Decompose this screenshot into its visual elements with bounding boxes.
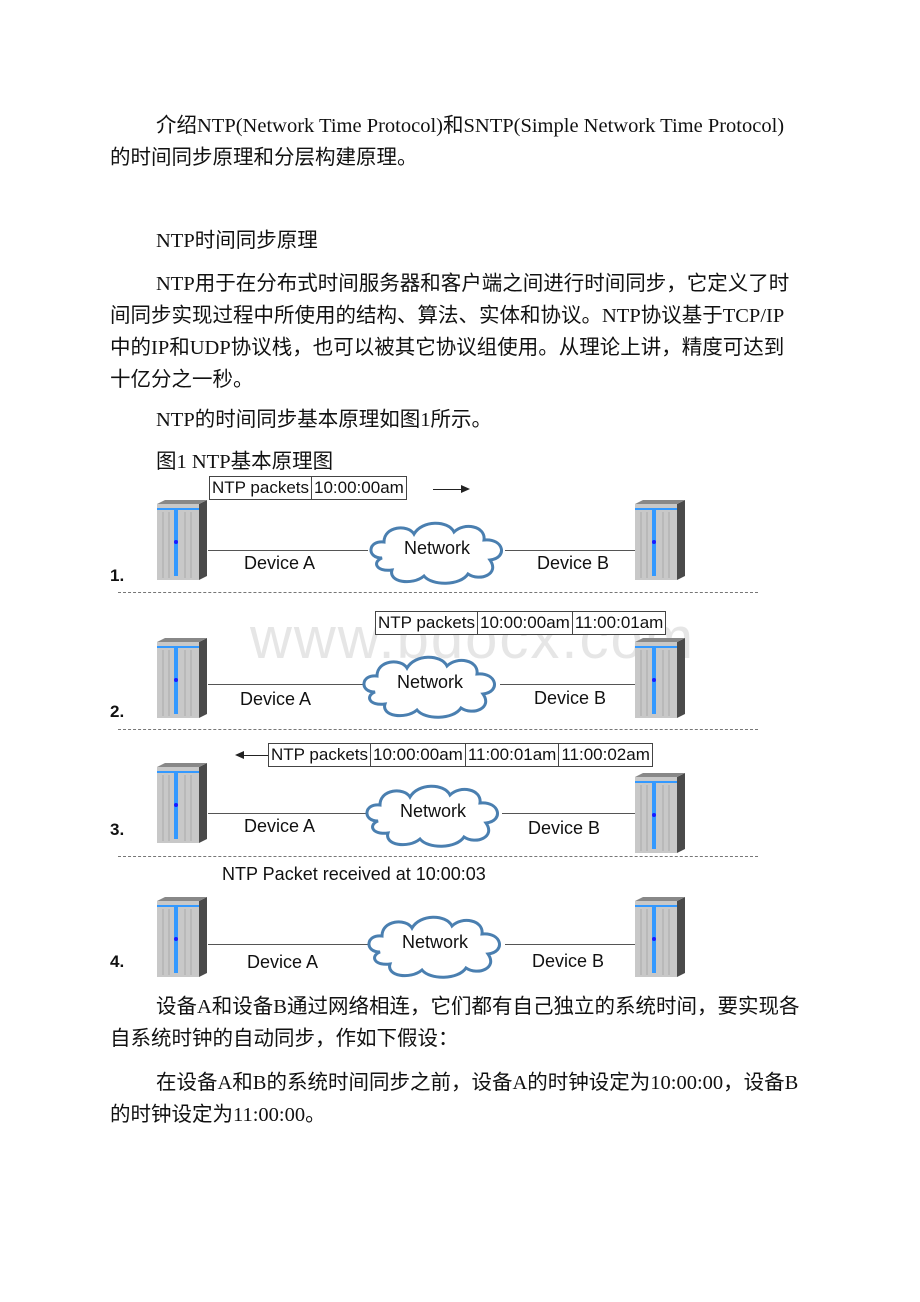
link-line: [500, 684, 635, 685]
ntp-description-paragraph: NTP用于在分布式时间服务器和客户端之间进行时间同步，它定义了时间同步实现过程中…: [110, 273, 790, 391]
link-line: [208, 550, 368, 551]
divider-line: [118, 592, 758, 593]
device-b-server-icon: [635, 638, 685, 718]
packet-field: 11:00:01am: [574, 613, 664, 632]
device-b-server-icon: [635, 773, 685, 853]
network-label: Network: [403, 538, 470, 558]
device-b-label: Device B: [532, 951, 605, 971]
device-b-label: Device B: [537, 553, 610, 573]
link-line: [505, 944, 635, 945]
step-number: 1.: [110, 566, 125, 585]
link-line: [208, 813, 368, 814]
device-a-label: Device A: [244, 553, 316, 573]
packet-field: 10:00:00am: [478, 612, 573, 634]
device-a-label: Device A: [244, 816, 316, 836]
network-cloud-icon: Network: [362, 518, 512, 586]
step1-arrow-right-icon: [433, 489, 463, 490]
step-number: 2.: [110, 702, 125, 721]
step3-arrow-left-icon: [243, 755, 268, 756]
step3-packet: NTP packets 10:00:00am 11:00:01am 11:00:…: [268, 743, 653, 767]
packet-field: 10:00:00am: [314, 478, 404, 497]
device-a-server-icon: [157, 763, 207, 843]
device-b-server-icon: [635, 897, 685, 977]
link-line: [208, 944, 368, 945]
device-a-server-icon: [157, 897, 207, 977]
network-label: Network: [399, 801, 466, 821]
divider-line: [118, 856, 758, 857]
received-text: NTP Packet received at 10:00:03: [222, 864, 486, 884]
link-line: [502, 813, 635, 814]
step2-packet: NTP packets 10:00:00am 11:00:01am: [375, 611, 667, 635]
network-label: Network: [401, 932, 468, 952]
step-number: 3.: [110, 820, 125, 839]
packet-field: NTP packets: [376, 612, 479, 634]
network-cloud-icon: Network: [358, 781, 508, 849]
packet-field: NTP packets: [210, 477, 313, 499]
device-a-server-icon: [157, 638, 207, 718]
devices-description-paragraph: 设备A和设备B通过网络相连，它们都有自己独立的系统时间，要实现各自系统时钟的自动…: [110, 996, 800, 1050]
arrowhead-right-icon: [461, 485, 470, 493]
device-a-label: Device A: [247, 952, 319, 972]
device-b-server-icon: [635, 500, 685, 580]
section-heading: NTP时间同步原理: [156, 230, 318, 252]
device-a-server-icon: [157, 500, 207, 580]
link-line: [208, 684, 363, 685]
figure-reference-paragraph: NTP的时间同步基本原理如图1所示。: [156, 409, 492, 431]
divider-line: [118, 729, 758, 730]
packet-field: NTP packets: [269, 744, 372, 766]
network-cloud-icon: Network: [355, 652, 505, 720]
clock-setting-paragraph: 在设备A和B的系统时间同步之前，设备A的时钟设定为10:00:00，设备B的时钟…: [110, 1072, 799, 1126]
link-line: [505, 550, 635, 551]
packet-field: 10:00:00am: [371, 744, 466, 766]
device-a-label: Device A: [240, 689, 312, 709]
intro-paragraph: 介绍NTP(Network Time Protocol)和SNTP(Simple…: [110, 115, 785, 169]
device-b-label: Device B: [534, 688, 607, 708]
network-label: Network: [396, 672, 463, 692]
step1-packet: NTP packets 10:00:00am: [209, 476, 407, 500]
figure-caption: 图1 NTP基本原理图: [156, 451, 334, 473]
device-b-label: Device B: [528, 818, 601, 838]
step-number: 4.: [110, 952, 125, 971]
packet-field: 11:00:02am: [561, 745, 650, 764]
network-cloud-icon: Network: [360, 912, 510, 980]
packet-field: 11:00:01am: [466, 744, 560, 766]
